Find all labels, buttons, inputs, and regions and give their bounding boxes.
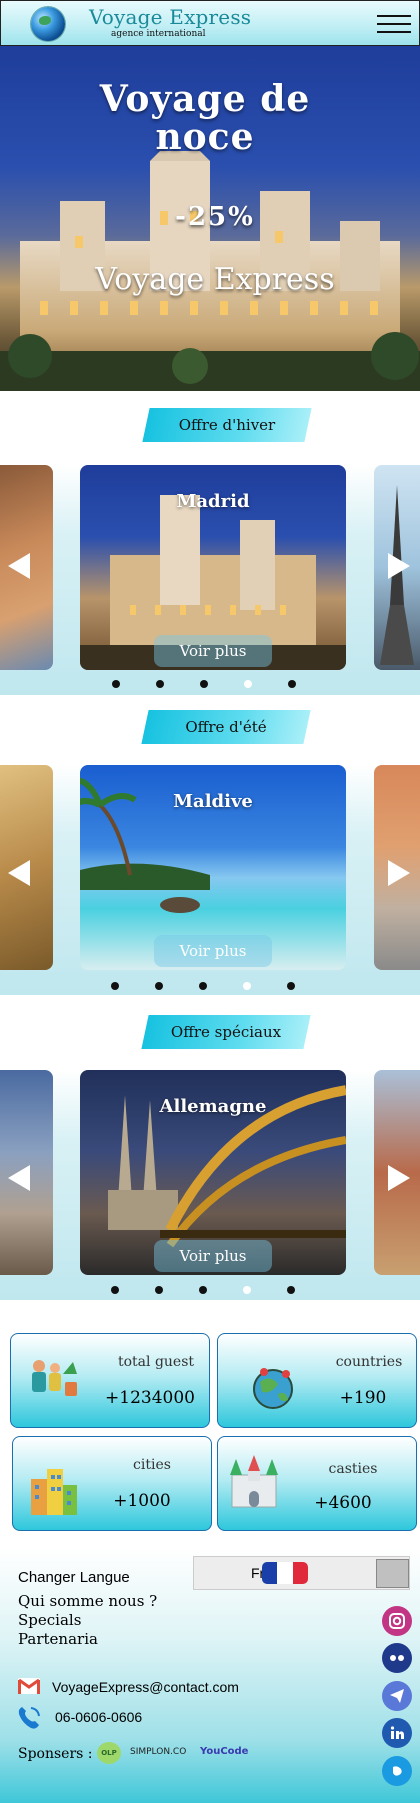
guests-icon xyxy=(32,1360,77,1396)
carousel-dot[interactable] xyxy=(243,982,251,990)
carousel-dot[interactable] xyxy=(287,1286,295,1294)
hero-promo: -25% xyxy=(175,202,255,232)
stat-value: +190 xyxy=(339,1388,387,1408)
stat-label: casties xyxy=(328,1461,378,1477)
stat-value: +4600 xyxy=(314,1493,372,1513)
castle-icon xyxy=(230,1455,278,1508)
sponsor-youcode-logo[interactable]: YouCode xyxy=(200,1746,248,1757)
carousel-dot[interactable] xyxy=(111,1286,119,1294)
instagram-icon[interactable] xyxy=(382,1606,412,1636)
carousel-dots xyxy=(0,982,420,992)
carousel-dot[interactable] xyxy=(287,982,295,990)
card-title: Madrid xyxy=(176,491,250,512)
card-title: Maldive xyxy=(173,791,253,812)
carousel-prev-arrow-icon[interactable] xyxy=(8,860,30,886)
top-header: Voyage Express agence international xyxy=(0,0,420,46)
carousel-next-arrow-icon[interactable] xyxy=(388,553,410,579)
carousel-dots xyxy=(0,680,420,690)
skype-icon[interactable] xyxy=(382,1756,412,1786)
stat-card-countries: countries +190 xyxy=(217,1333,417,1428)
carousel-dot[interactable] xyxy=(155,1286,163,1294)
language-dropdown-toggle[interactable] xyxy=(376,1559,409,1588)
language-select[interactable]: Fr xyxy=(193,1556,410,1590)
offer-winter-button[interactable]: Offre d'hiver xyxy=(142,408,312,442)
carousel-prev-arrow-icon[interactable] xyxy=(8,553,30,579)
footer-link-partners[interactable]: Partenaria xyxy=(18,1630,98,1648)
voir-plus-button[interactable]: Voir plus xyxy=(154,935,272,967)
stat-value: +1234000 xyxy=(105,1388,195,1408)
offer-special-button[interactable]: Offre spéciaux xyxy=(141,1015,311,1049)
carousel-dot[interactable] xyxy=(288,680,296,688)
carousel-dot[interactable] xyxy=(112,680,120,688)
offer-summer-label: Offre d'été xyxy=(185,718,267,736)
france-flag-icon xyxy=(262,1562,308,1584)
voir-plus-button[interactable]: Voir plus xyxy=(154,635,272,667)
stat-label: countries xyxy=(335,1354,403,1370)
carousel-dot[interactable] xyxy=(244,680,252,688)
offer-winter-label: Offre d'hiver xyxy=(178,416,276,434)
contact-phone[interactable]: 06-0606-0606 xyxy=(55,1709,142,1725)
carousel-next-arrow-icon[interactable] xyxy=(388,1165,410,1191)
offer-summer-button[interactable]: Offre d'été xyxy=(141,710,311,744)
change-language-label: Changer Langue xyxy=(18,1569,130,1586)
footer-link-specials[interactable]: Specials xyxy=(18,1611,81,1629)
contact-email[interactable]: VoyageExpress@contact.com xyxy=(52,1679,239,1695)
footer-link-about[interactable]: Qui somme nous ? xyxy=(18,1592,157,1610)
sponsor-olp-logo[interactable]: OLP xyxy=(97,1742,121,1764)
brand-tagline: agence international xyxy=(111,29,206,39)
stat-label: cities xyxy=(133,1457,171,1473)
carousel-special: Allemagne Voir plus xyxy=(0,1070,420,1300)
carousel-dot[interactable] xyxy=(155,982,163,990)
stat-value: +1000 xyxy=(113,1491,171,1511)
stat-card-guests: total guest +1234000 xyxy=(10,1333,210,1428)
carousel-dot[interactable] xyxy=(111,982,119,990)
destination-card-maldive[interactable]: Maldive Voir plus xyxy=(80,765,346,970)
tripadvisor-icon[interactable] xyxy=(382,1643,412,1673)
stat-label: total guest xyxy=(117,1354,195,1370)
carousel-summer: Maldive Voir plus xyxy=(0,765,420,995)
carousel-dot[interactable] xyxy=(156,680,164,688)
carousel-dot[interactable] xyxy=(200,680,208,688)
carousel-dot[interactable] xyxy=(199,1286,207,1294)
globe-pins-icon xyxy=(253,1368,293,1409)
card-title: Allemagne xyxy=(159,1096,267,1117)
globe-logo-icon[interactable] xyxy=(31,7,65,41)
stat-card-cities: cities +1000 xyxy=(12,1436,212,1531)
gmail-icon xyxy=(18,1678,40,1694)
phone-icon xyxy=(18,1707,40,1729)
linkedin-icon[interactable] xyxy=(382,1718,412,1748)
carousel-dot[interactable] xyxy=(199,982,207,990)
stat-card-castles: casties +4600 xyxy=(217,1436,417,1531)
carousel-next-arrow-icon[interactable] xyxy=(388,860,410,886)
carousel-dots xyxy=(0,1286,420,1296)
hero-banner: Voyage de noce -25% Voyage Express xyxy=(0,46,420,391)
telegram-icon[interactable] xyxy=(382,1681,412,1711)
hero-brand: Voyage Express xyxy=(95,262,335,297)
carousel-prev-arrow-icon[interactable] xyxy=(8,1165,30,1191)
hamburger-menu-icon[interactable] xyxy=(377,15,411,37)
carousel-dot[interactable] xyxy=(243,1286,251,1294)
destination-card-allemagne[interactable]: Allemagne Voir plus xyxy=(80,1070,346,1275)
sponsor-simplon-logo[interactable]: SIMPLON.CO xyxy=(130,1747,186,1757)
city-buildings-icon xyxy=(31,1469,77,1515)
destination-card-madrid[interactable]: Madrid Voir plus xyxy=(80,465,346,670)
sponsors-label: Sponsers : xyxy=(18,1746,93,1762)
voir-plus-button[interactable]: Voir plus xyxy=(154,1240,272,1272)
brand-name[interactable]: Voyage Express xyxy=(89,5,251,29)
offer-special-label: Offre spéciaux xyxy=(170,1023,282,1041)
hero-title: Voyage de noce xyxy=(99,78,311,158)
carousel-winter: Madrid Voir plus xyxy=(0,465,420,695)
